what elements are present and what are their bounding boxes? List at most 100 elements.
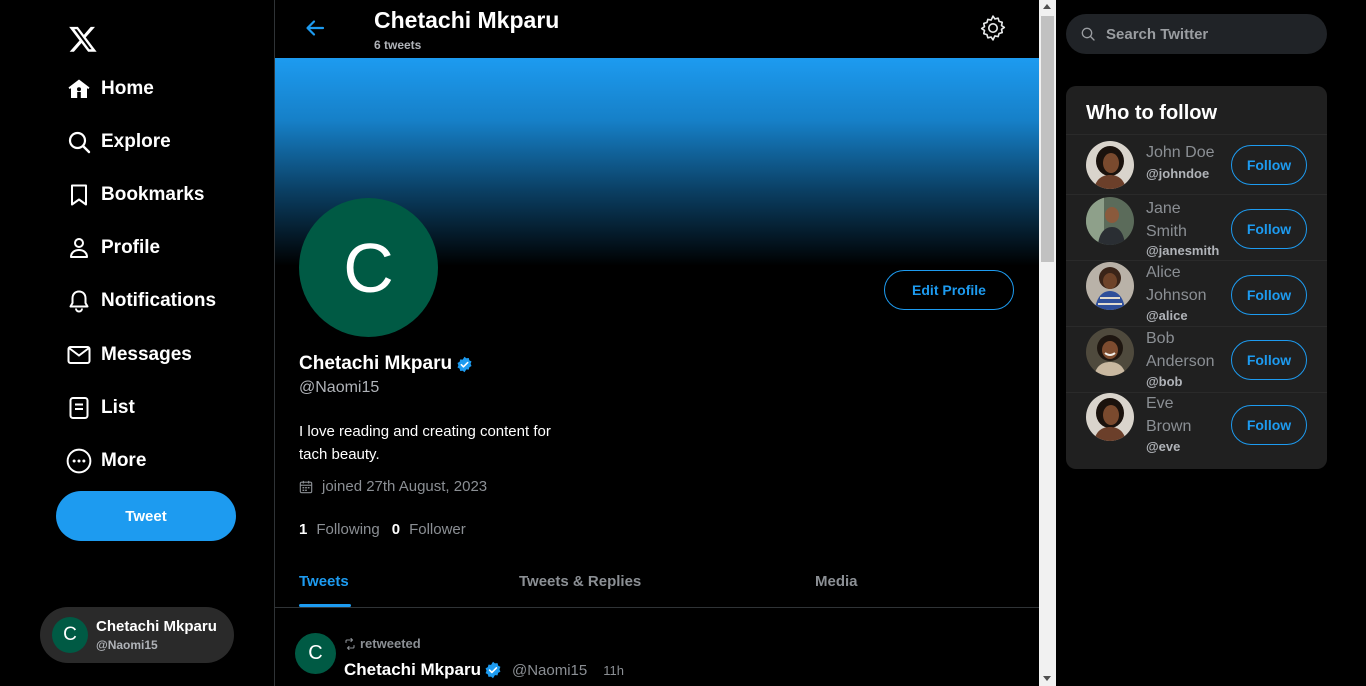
suggestion-name-line: Jane [1146,200,1181,217]
account-text: Chetachi Mkparu @Naomi15 [96,618,217,652]
search-icon [66,129,92,155]
nav-item-list[interactable]: List [66,381,216,434]
tweet-timestamp[interactable]: 11h [603,663,624,678]
verified-badge-icon [457,356,472,372]
nav-label-profile: Profile [101,237,161,259]
follow-button[interactable]: Follow [1231,340,1307,380]
main-scrollbar[interactable] [1039,0,1056,686]
list-icon [66,395,92,421]
suggestion-name-line: Bob [1146,330,1175,347]
suggestion-name[interactable]: Alice Johnson [1146,262,1226,307]
tab-tweets[interactable]: Tweets [299,573,349,590]
suggestion-handle: @alice [1146,308,1188,323]
nav-item-profile[interactable]: Profile [66,222,216,275]
account-switcher[interactable]: C Chetachi Mkparu @Naomi15 [40,607,234,663]
suggestion-name[interactable]: Jane Smith [1146,198,1226,243]
back-arrow-icon[interactable] [303,16,327,40]
x-logo-icon[interactable] [68,24,98,54]
nav-label-home: Home [101,77,154,99]
tab-tweets-replies[interactable]: Tweets & Replies [519,573,641,590]
follow-suggestion: Eve Brown @eve Follow [1066,392,1327,458]
nav-label-more: More [101,449,147,471]
nav-label-explore: Explore [101,130,171,152]
search-box[interactable] [1066,14,1327,54]
tweet-button[interactable]: Tweet [56,491,236,541]
profile-joined: joined 27th August, 2023 [299,478,487,495]
nav-item-explore[interactable]: Explore [66,115,216,168]
bookmark-icon [66,182,92,208]
follower-label[interactable]: Follower [409,521,466,538]
tweet-header: Chetachi Mkparu @Naomi15 11h [344,660,624,680]
follow-suggestion: Bob Anderson @bob Follow [1066,326,1327,392]
bell-icon [66,288,92,314]
profile-name: Chetachi Mkparu [299,353,453,374]
nav-label-notifications: Notifications [101,290,217,312]
scrollbar-thumb[interactable] [1041,16,1054,262]
suggestion-handle: @bob [1146,374,1183,389]
active-tab-indicator [299,604,351,607]
suggestion-name-line: John Doe [1146,144,1215,161]
follow-button[interactable]: Follow [1231,275,1307,315]
who-to-follow-title: Who to follow [1086,102,1218,124]
search-icon [1081,27,1095,41]
suggestion-name-line: Smith [1146,222,1187,240]
edit-profile-button[interactable]: Edit Profile [884,270,1014,310]
avatar[interactable] [1086,328,1134,376]
nav-label-list: List [101,396,135,418]
follow-suggestion: John Doe @johndoe Follow [1066,134,1327,194]
follower-count[interactable]: 0 [392,521,400,538]
tweet-avatar[interactable]: C [295,633,336,674]
suggestion-handle: @janesmith [1146,243,1220,258]
profile-main: Chetachi Mkparu 6 tweets C Edit Profile … [275,0,1039,686]
suggestion-name[interactable]: John Doe [1146,142,1226,165]
follow-button[interactable]: Follow [1231,405,1307,445]
profile-tabs: Tweets Tweets & Replies Media [275,560,1039,608]
nav-item-more[interactable]: More [66,434,216,487]
person-icon [66,235,92,261]
main-nav: Home Explore Bookmarks Profile Notificat… [66,62,216,488]
left-sidebar: Home Explore Bookmarks Profile Notificat… [0,0,275,686]
nav-item-home[interactable]: Home [66,62,216,115]
scroll-up-arrow-icon[interactable] [1043,4,1051,9]
suggestion-name-line: Anderson [1146,352,1215,370]
suggestion-name[interactable]: Eve Brown [1146,393,1226,438]
tweet-author-handle[interactable]: @Naomi15 [512,662,587,679]
avatar[interactable] [1086,393,1134,441]
account-avatar: C [52,617,88,653]
following-count[interactable]: 1 [299,521,307,538]
follow-button[interactable]: Follow [1231,209,1307,249]
gear-icon[interactable] [979,14,1007,42]
profile-name-row: Chetachi Mkparu [299,353,473,375]
header-tweet-count: 6 tweets [374,38,422,52]
avatar[interactable] [1086,197,1134,245]
nav-label-messages: Messages [101,343,192,365]
nav-item-bookmarks[interactable]: Bookmarks [66,168,216,221]
nav-item-messages[interactable]: Messages [66,328,216,381]
avatar[interactable] [1086,141,1134,189]
nav-label-bookmarks: Bookmarks [101,183,205,205]
scroll-down-arrow-icon[interactable] [1043,676,1051,681]
account-handle: @Naomi15 [96,638,158,652]
follow-stats: 1 Following 0 Follower [299,521,478,538]
suggestion-handle: @johndoe [1146,166,1210,181]
more-icon [66,448,92,474]
follow-button[interactable]: Follow [1231,145,1307,185]
home-icon [66,76,92,102]
avatar[interactable] [1086,262,1134,310]
nav-item-notifications[interactable]: Notifications [66,275,216,328]
search-input[interactable] [1106,25,1306,43]
tab-media[interactable]: Media [815,573,858,590]
tweet-item[interactable]: C retweeted Chetachi Mkparu @Naomi15 11h [275,609,1039,686]
retweet-icon [345,637,355,650]
suggestion-name-line: Brown [1146,417,1192,435]
follow-suggestion: Alice Johnson @alice Follow [1066,260,1327,326]
suggestion-name[interactable]: Bob Anderson [1146,328,1226,373]
who-to-follow-card: Who to follow John Doe @johndoe Follow J… [1066,86,1327,469]
suggestion-name-line: Alice [1146,264,1181,281]
bio-line: tach beauty. [299,446,380,463]
tweet-author-name[interactable]: Chetachi Mkparu [344,660,481,680]
profile-avatar[interactable]: C [299,198,438,337]
header-title: Chetachi Mkparu [374,7,560,33]
calendar-icon [299,480,313,493]
following-label[interactable]: Following [316,521,379,538]
